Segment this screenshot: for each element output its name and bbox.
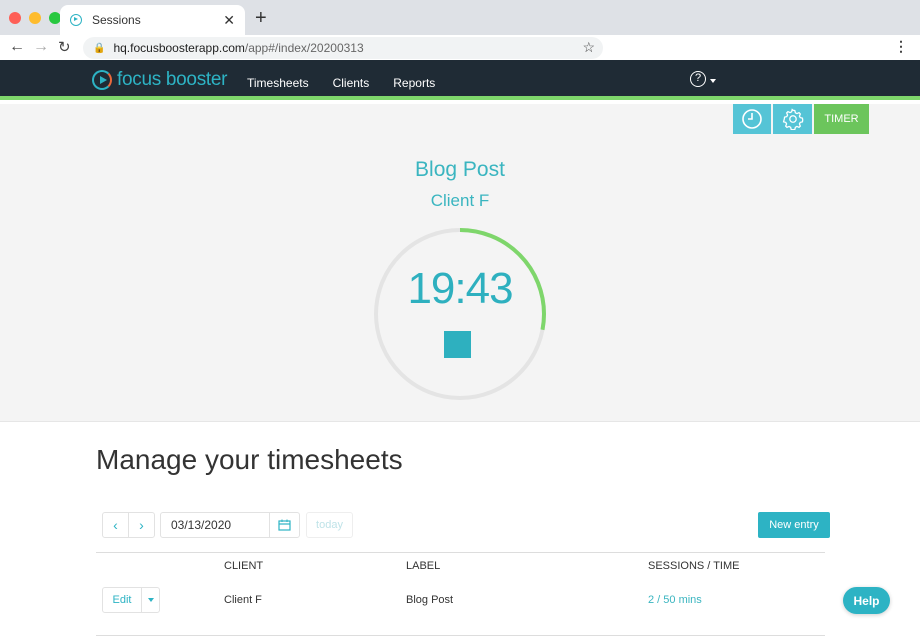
window-controls	[9, 12, 61, 24]
settings-button[interactable]	[773, 104, 812, 134]
logo-icon	[92, 70, 112, 90]
time-remaining: 19:43	[407, 264, 513, 313]
timer-mode-button[interactable]: TIMER	[814, 104, 869, 134]
logo[interactable]: focus booster	[92, 69, 227, 91]
row-sessions-time[interactable]: 2 / 50 mins	[648, 594, 702, 606]
row-label: Blog Post	[406, 594, 454, 606]
url-host: hq.focusboosterapp.com	[113, 41, 245, 55]
calendar-icon	[278, 519, 291, 531]
timer-panel: TIMER Blog Post Client F 19:43	[0, 104, 920, 422]
new-tab-icon[interactable]: +	[255, 7, 267, 30]
page-heading: Manage your timesheets	[96, 444, 403, 475]
calendar-button[interactable]	[269, 513, 299, 537]
minimize-window-button[interactable]	[29, 12, 41, 24]
nav-reports[interactable]: Reports	[393, 76, 435, 90]
brand-name: focus booster	[117, 69, 228, 90]
stop-button[interactable]	[444, 331, 471, 358]
date-pager: ‹ ›	[102, 512, 155, 538]
browser-tab[interactable]: Sessions ✕	[60, 5, 245, 35]
timer-progress-ring	[374, 228, 546, 400]
table-top-divider	[96, 552, 825, 553]
edit-button[interactable]: Edit	[103, 588, 141, 612]
task-label: Blog Post	[415, 158, 505, 181]
clock-icon	[742, 109, 762, 129]
app-header: focus booster Timesheets Clients Reports…	[0, 60, 920, 100]
previous-day-icon[interactable]: ‹	[103, 513, 128, 537]
browser-tab-strip: Sessions ✕ +	[0, 0, 920, 35]
new-entry-button[interactable]: New entry	[758, 512, 830, 538]
next-day-icon[interactable]: ›	[128, 513, 154, 537]
history-button[interactable]	[733, 104, 771, 134]
forward-icon[interactable]: →	[33, 38, 49, 56]
caret-down-icon[interactable]	[710, 79, 716, 83]
bookmark-star-icon[interactable]: ☆	[582, 39, 595, 56]
main-nav: Timesheets Clients Reports	[247, 76, 435, 90]
column-header-sessions-time: SESSIONS / TIME	[648, 560, 740, 572]
nav-clients[interactable]: Clients	[333, 76, 370, 90]
caret-down-icon	[147, 598, 154, 602]
today-button[interactable]: today	[306, 512, 353, 538]
reload-icon[interactable]: ↻	[58, 38, 71, 56]
browser-menu-icon[interactable]: ⋮	[894, 38, 908, 55]
back-icon[interactable]: ←	[9, 38, 25, 56]
help-menu-icon[interactable]: ?	[690, 71, 706, 87]
help-button[interactable]: Help	[843, 587, 890, 614]
address-bar-row: ← → ↻ 🔒 hq.focusboosterapp.com/app#/inde…	[0, 35, 920, 60]
table-bottom-divider	[96, 635, 825, 636]
task-client: Client F	[430, 191, 490, 210]
close-window-button[interactable]	[9, 12, 21, 24]
favicon-icon	[70, 14, 82, 26]
date-picker	[160, 512, 300, 538]
edit-button-group: Edit	[102, 587, 160, 613]
date-input[interactable]	[161, 513, 269, 537]
edit-options-dropdown[interactable]	[141, 588, 159, 612]
row-client: Client F	[224, 594, 262, 606]
lock-icon: 🔒	[93, 42, 106, 54]
nav-timesheets[interactable]: Timesheets	[247, 76, 309, 90]
gear-icon	[782, 108, 803, 130]
column-header-label: LABEL	[406, 560, 441, 572]
url-bar[interactable]: 🔒 hq.focusboosterapp.com/app#/index/2020…	[83, 37, 603, 59]
column-header-client: CLIENT	[224, 560, 264, 572]
tab-title: Sessions	[92, 13, 141, 27]
close-tab-icon[interactable]: ✕	[223, 12, 235, 29]
url-path: /app#/index/20200313	[244, 41, 364, 55]
